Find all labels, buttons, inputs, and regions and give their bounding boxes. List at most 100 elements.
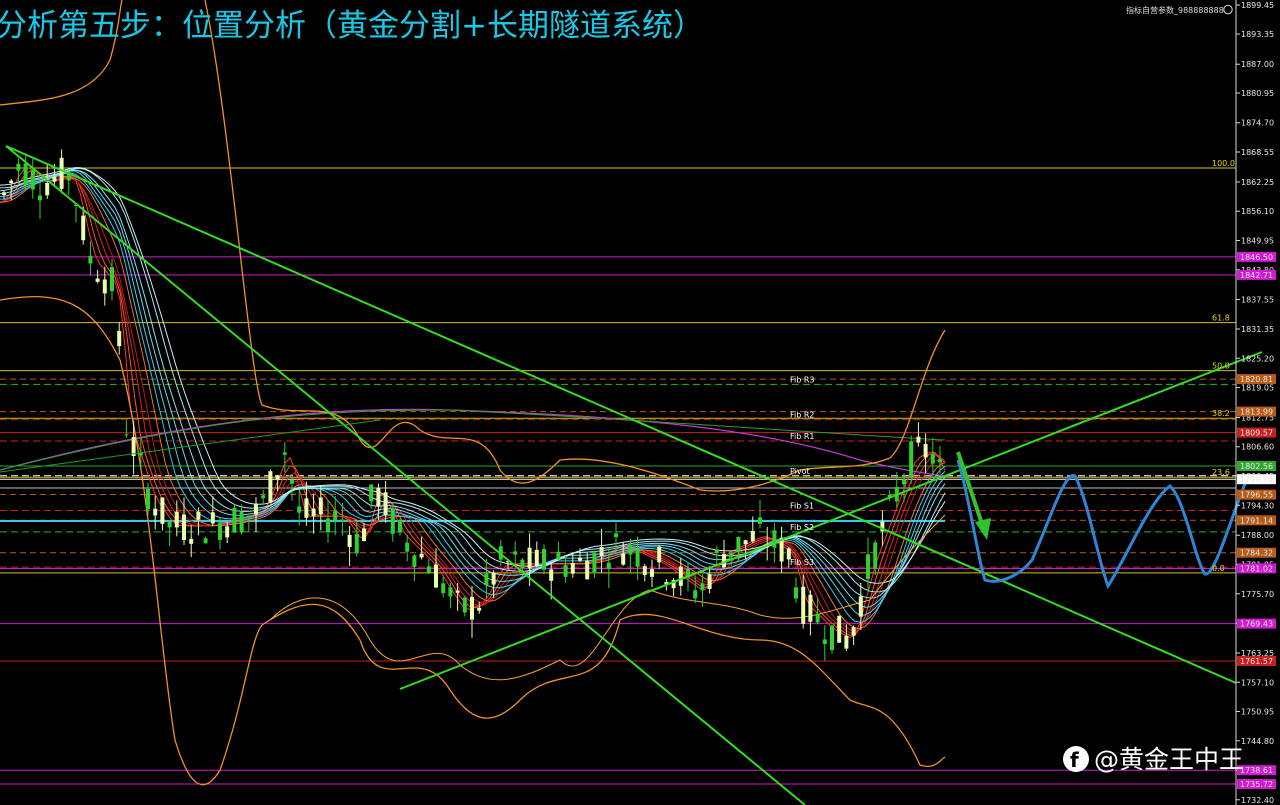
candle-body [549,569,554,581]
candle-body [657,546,662,563]
candle-body [448,587,453,597]
price-tag-label: 1784.32 [1240,549,1273,558]
candle-body [520,559,525,569]
candle-body [9,180,14,183]
candle-body [390,509,395,534]
candle-body [585,560,590,580]
candle-body [412,555,417,567]
candle-body [398,520,402,533]
axis-tick-label: 1880.95 [1241,89,1274,98]
axis-tick-label: 1862.25 [1241,178,1274,187]
candle-body [837,615,842,643]
candle-body [830,625,834,651]
candle-body [534,549,539,566]
candle-body [455,590,460,593]
candle-body [570,563,575,574]
candle-body [232,507,237,533]
candle-body [189,538,194,544]
gold-price-chart: 1899.45 1893.35 1887.00 1880.95 1874.70 1868.… [0,0,1280,805]
candle-body [304,498,309,518]
candle-body [203,538,208,544]
candle-body [736,537,741,553]
candle-body [808,594,813,622]
candle-body [45,183,50,196]
candle-body [822,639,827,644]
axis-tick-label: 1893.35 [1241,30,1274,39]
candle-body [441,583,446,594]
pivot-label: Fib S2 [790,523,814,532]
candle-body [110,267,114,292]
fib-label: 0.0 [1212,564,1225,573]
candle-body [340,519,345,522]
candle-body [923,443,928,458]
candle-body [491,572,496,585]
candle-body [916,436,921,443]
candle-body [563,565,568,577]
axis-tick-label: 1868.55 [1241,148,1274,157]
candle-body [117,330,122,347]
candle-body [354,534,359,554]
candle-body [369,484,374,502]
candle-body [614,533,618,538]
candle-body [930,453,935,464]
axis-tick-label: 1874.70 [1241,119,1274,128]
price-tag-label: 1802.56 [1240,462,1273,471]
price-tag-label: 1738.61 [1240,766,1273,775]
candle-body [700,583,705,591]
candle-body [167,521,172,528]
facebook-f-glyph: f [1070,748,1079,772]
candle-body [772,530,777,548]
candle-body [801,586,806,624]
candle-body [153,508,158,516]
price-tag-label: 1761.57 [1240,657,1273,666]
candle-body [282,452,287,455]
pivot-label: Fib S3 [790,558,814,567]
pivot-label: Fib R2 [790,411,815,420]
candle-body [311,508,316,517]
axis-tick-label: 1794.30 [1241,501,1274,510]
candle-body [621,553,626,565]
axis-tick-label: 1806.60 [1241,443,1274,452]
candle-body [16,163,21,171]
candle-body [333,510,338,521]
fib-label: 38.2 [1212,409,1230,418]
candle-body [873,542,878,569]
candle-body [124,434,129,436]
candle-body [578,557,582,561]
price-tag-label: 1842.71 [1240,271,1273,280]
candle-body [239,512,244,533]
candle-body [246,515,251,518]
candle-body [88,255,93,264]
candle-body [599,547,604,557]
candle-body [513,551,518,555]
candle-body [714,549,719,553]
candle-body [95,278,100,282]
candle-body [102,279,107,294]
candle-body [174,511,179,528]
chart-background [0,0,1280,805]
candle-body [2,192,6,195]
chart-title: 分析第五步：位置分析（黄金分割+长期隧道系统） [0,8,704,44]
candle-body [642,566,647,575]
candle-body [290,479,294,484]
candle-body [750,531,755,542]
fib-label: 23.6 [1212,468,1230,477]
axis-tick-label: 1825.20 [1241,354,1274,363]
candle-body [628,544,633,555]
candle-body [794,587,798,599]
candle-body [419,553,424,558]
axis-tick-label: 1757.10 [1241,678,1274,687]
header-right-text: 指标自营参数_988888888 [1126,5,1224,15]
candle-body [261,495,266,499]
candle-body [858,596,863,617]
axis-tick-label: 1819.05 [1241,384,1274,393]
candle-body [160,497,165,524]
axis-tick-label: 1899.45 [1241,1,1274,10]
candle-body [52,176,57,182]
price-tag-label: 1813.99 [1240,408,1273,417]
pivot-label: Fib S1 [790,501,814,510]
candle-body [815,613,820,623]
price-tag-label: 1781.02 [1240,564,1273,573]
candle-body [693,590,698,599]
candle-body [729,552,734,558]
